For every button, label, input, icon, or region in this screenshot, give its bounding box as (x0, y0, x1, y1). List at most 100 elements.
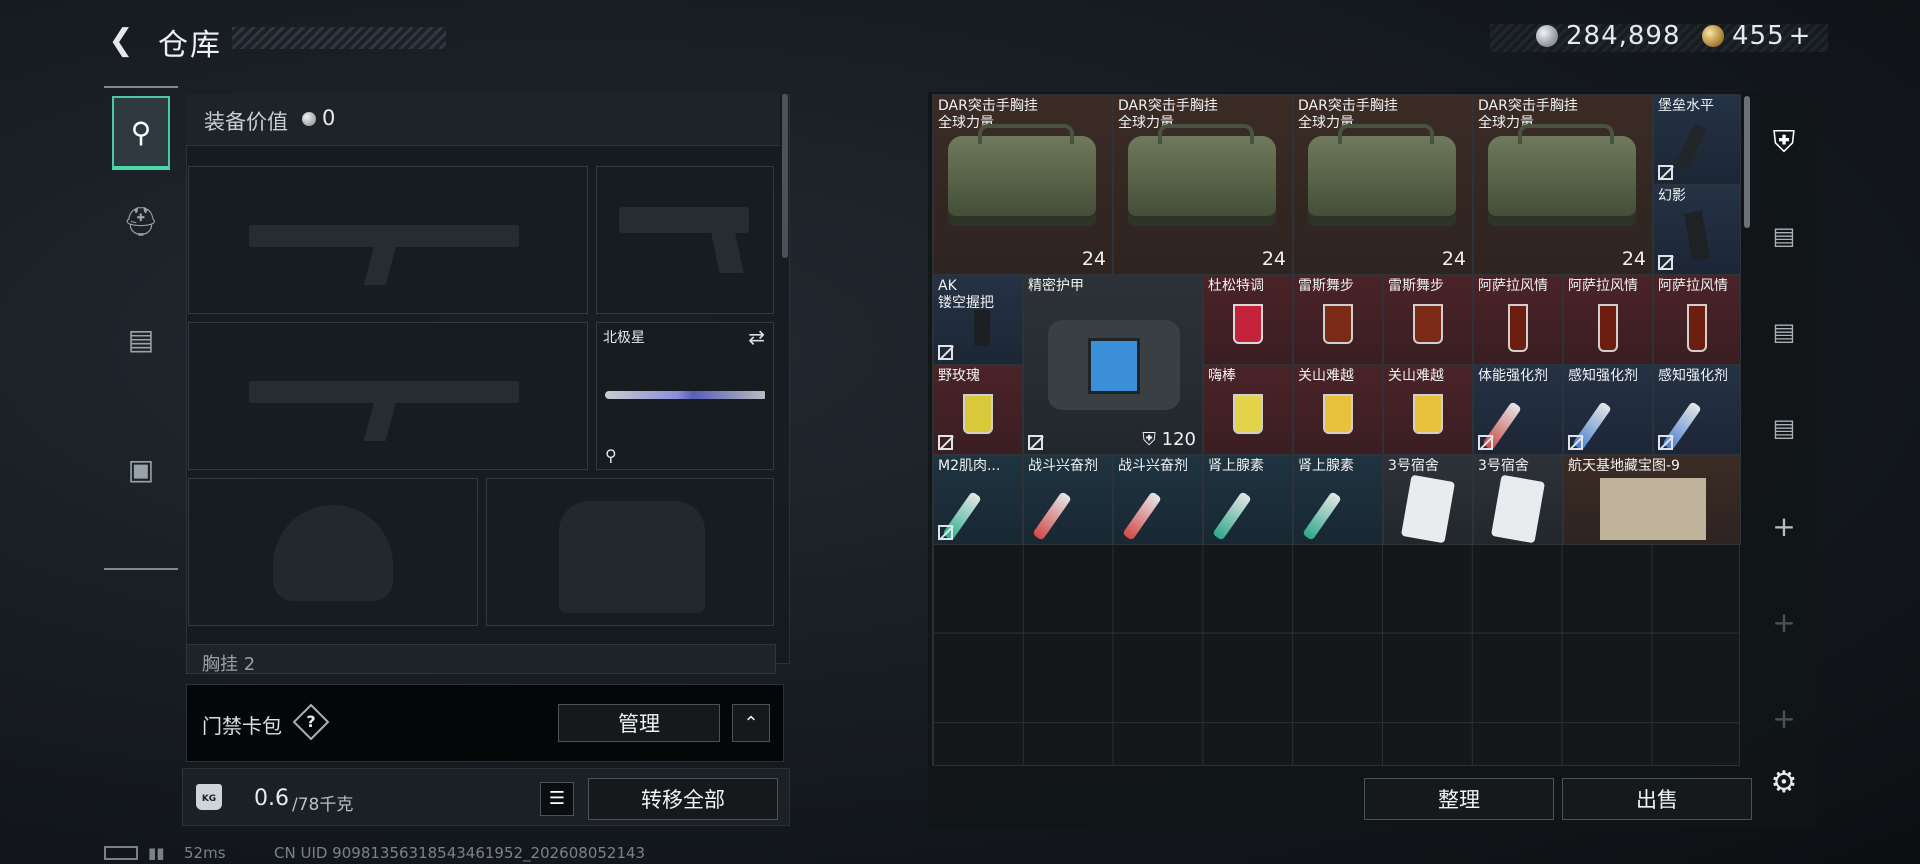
silver-coin-icon (1536, 25, 1558, 47)
swap-icon[interactable]: ⇄ (748, 325, 765, 349)
grid-item[interactable]: 阿萨拉风情 (1563, 275, 1653, 365)
melee-slot[interactable]: 北极星 ⇄ ⚲ (596, 322, 774, 470)
grid-item[interactable]: 堡垒水平 (1653, 95, 1741, 185)
injector-image (1302, 491, 1342, 541)
pistol-slot[interactable] (596, 166, 774, 314)
stash-page-4-icon[interactable]: ▤ (1762, 214, 1806, 258)
sort-button[interactable]: 整理 (1364, 778, 1554, 820)
grid-item[interactable]: 阿萨拉风情 (1653, 275, 1741, 365)
back-arrow-icon[interactable]: ❮ (104, 24, 138, 58)
grid-item[interactable]: 航天基地藏宝图-9 (1563, 455, 1741, 545)
keycard-label: 门禁卡包 (202, 714, 282, 738)
weight-icon: KG (196, 784, 222, 810)
injector-image (1032, 491, 1072, 541)
grid-item[interactable]: 感知强化剂 (1563, 365, 1653, 455)
helmet-silhouette (273, 505, 393, 601)
transfer-all-button[interactable]: 转移全部 (588, 778, 778, 820)
grid-item[interactable]: DAR突击手胸挂 全球力量 24 (1113, 95, 1293, 275)
tab-weapons[interactable]: ⚲ (112, 96, 170, 170)
grid-item[interactable]: 3号宿舍 (1383, 455, 1473, 545)
grid-item[interactable]: 肾上腺素 (1203, 455, 1293, 545)
grid-item[interactable]: DAR突击手胸挂 全球力量 24 (933, 95, 1113, 275)
secondary-weapon-slot[interactable] (188, 322, 588, 470)
grid-item[interactable]: AK 镂空握把 (933, 275, 1023, 365)
gold-plus-button[interactable]: + (1789, 21, 1812, 51)
gear-icon[interactable]: ⚙ (1762, 760, 1806, 804)
no-trade-icon (1658, 165, 1673, 180)
grid-item[interactable]: 3号宿舍 (1473, 455, 1563, 545)
add-page-icon[interactable]: + (1762, 504, 1806, 548)
primary-weapon-slot[interactable] (188, 166, 588, 314)
tab-backpack[interactable]: ▤ (112, 302, 170, 376)
gold-currency[interactable]: 455 + (1702, 18, 1811, 54)
rifle-magazine-silhouette (363, 401, 397, 441)
chevron-up-icon[interactable]: ⌃ (732, 704, 770, 742)
attachment-image (1674, 123, 1708, 171)
sell-button[interactable]: 出售 (1562, 778, 1752, 820)
knife-image (605, 391, 765, 399)
armor-slot[interactable] (486, 478, 774, 626)
injector-image (1212, 491, 1252, 541)
rifle-silhouette (249, 225, 519, 247)
help-icon[interactable]: ? (298, 709, 324, 735)
weight-capacity: /78千克 (292, 795, 354, 815)
grid-item[interactable]: M2肌肉... (933, 455, 1023, 545)
no-trade-icon (1658, 435, 1673, 450)
helmet-icon: ⛑ (123, 204, 159, 238)
manage-button[interactable]: 管理 (558, 704, 720, 742)
tab-armor[interactable]: ⛑ (112, 184, 170, 258)
stash-page-5-icon[interactable]: ▤ (1762, 406, 1806, 450)
drink-image (1508, 304, 1528, 352)
no-trade-icon (1028, 435, 1043, 450)
pistol-grip-silhouette (710, 229, 744, 273)
lock-icon: ⚲ (605, 446, 617, 465)
drink-image (963, 394, 993, 434)
briefcase-icon: ▣ (127, 452, 155, 486)
chest-rig-image (1308, 124, 1456, 226)
stash-scrollbar[interactable] (1744, 96, 1750, 228)
grid-item[interactable]: 雷斯舞步 (1293, 275, 1383, 365)
chest-rig-image (1488, 124, 1636, 226)
grid-item[interactable]: 战斗兴奋剂 (1023, 455, 1113, 545)
equipment-scrollbar[interactable] (782, 94, 788, 258)
injector-image (1122, 491, 1162, 541)
chest-rig-section[interactable] (186, 644, 776, 674)
silver-currency: 284,898 (1536, 18, 1681, 54)
no-trade-icon (1658, 255, 1673, 270)
drink-image (1413, 394, 1443, 434)
grid-item[interactable]: DAR突击手胸挂 全球力量 24 (1473, 95, 1653, 275)
stash-home-icon[interactable]: ⛨ (1762, 120, 1806, 164)
grid-item[interactable]: 关山难越 (1293, 365, 1383, 455)
battery-icon (104, 846, 138, 860)
no-trade-icon (938, 345, 953, 360)
armor-screen (1088, 338, 1140, 394)
grid-item[interactable]: 嗨棒 (1203, 365, 1293, 455)
grid-item[interactable]: 野玫瑰 (933, 365, 1023, 455)
drink-image (1323, 394, 1353, 434)
grid-item[interactable]: 肾上腺素 (1293, 455, 1383, 545)
list-icon[interactable]: ☰ (540, 782, 574, 816)
drink-image (1323, 304, 1353, 344)
rifle-magazine-silhouette (363, 245, 397, 285)
helmet-slot[interactable] (188, 478, 478, 626)
keycard-image (1490, 474, 1546, 544)
drink-image (1598, 304, 1618, 352)
grid-item[interactable]: 阿萨拉风情 (1473, 275, 1563, 365)
grid-item[interactable]: 战斗兴奋剂 (1113, 455, 1203, 545)
stash-page-3-icon[interactable]: ▤ (1762, 310, 1806, 354)
chest-rig-image (948, 124, 1096, 226)
drink-image (1413, 304, 1443, 344)
grid-item[interactable]: 雷斯舞步 (1383, 275, 1473, 365)
tab-case[interactable]: ▣ (112, 432, 170, 506)
grip-image (1683, 210, 1711, 262)
grid-item[interactable]: 感知强化剂 (1653, 365, 1741, 455)
stash-grid: DAR突击手胸挂 全球力量 24 DAR突击手胸挂 全球力量 24 DAR突击手胸挂… (932, 94, 1741, 766)
grid-item[interactable]: 精密护甲 ⛨ 120 (1023, 275, 1203, 455)
grid-item[interactable]: 关山难越 (1383, 365, 1473, 455)
rifle-silhouette (249, 381, 519, 403)
grid-item[interactable]: 杜松特调 (1203, 275, 1293, 365)
grid-item[interactable]: 体能强化剂 (1473, 365, 1563, 455)
grid-item[interactable]: DAR突击手胸挂 全球力量 24 (1293, 95, 1473, 275)
grid-item[interactable]: 幻影 (1653, 185, 1741, 275)
gold-amount: 455 (1732, 21, 1785, 51)
